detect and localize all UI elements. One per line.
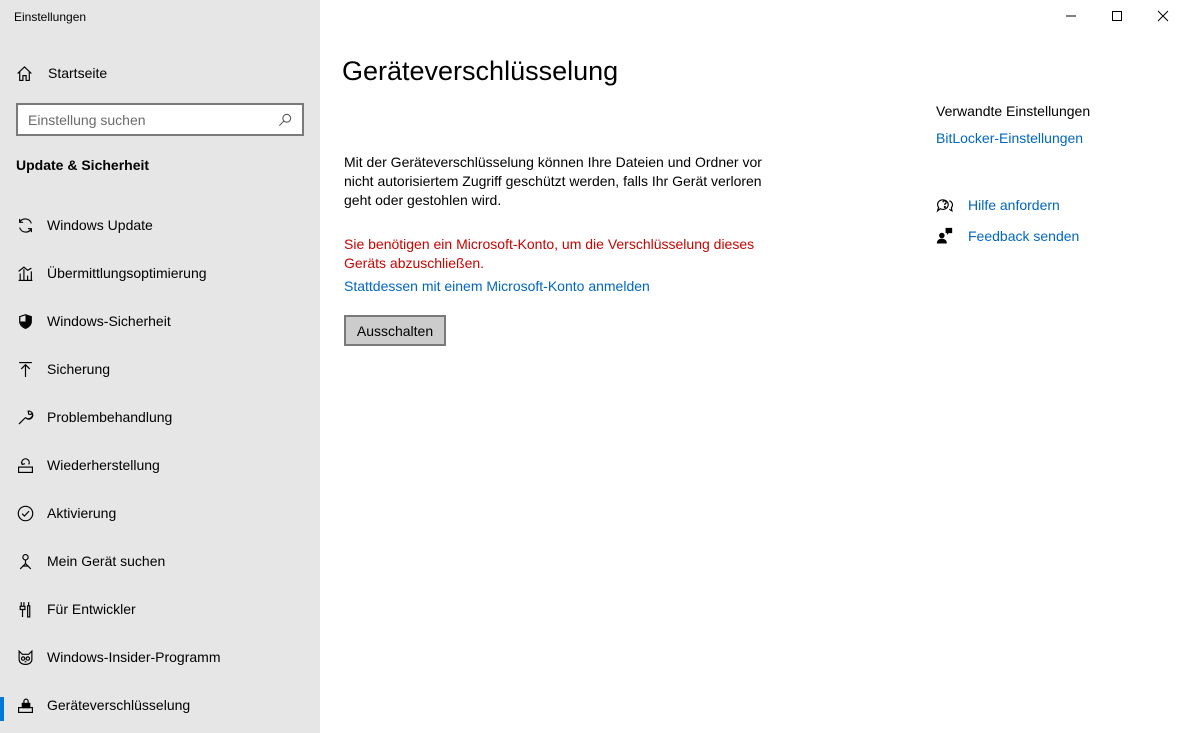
send-feedback-label: Feedback senden bbox=[968, 227, 1080, 244]
encryption-description: Mit der Geräteverschlüsselung können Ihr… bbox=[344, 154, 762, 208]
sidebar-item-label: Sicherung bbox=[47, 361, 111, 377]
related-settings-title: Verwandte Einstellungen bbox=[936, 103, 1091, 119]
sidebar-item-windows-update[interactable]: Windows Update bbox=[0, 201, 320, 249]
sidebar-item-for-developers[interactable]: Für Entwickler bbox=[0, 585, 320, 633]
sidebar: Einstellungen Startseite Einstellung suc… bbox=[0, 0, 320, 733]
section-title: Update & Sicherheit bbox=[16, 157, 150, 173]
turn-off-button[interactable]: Ausschalten bbox=[344, 315, 446, 346]
sidebar-item-windows-insider[interactable]: Windows-Insider-Programm bbox=[0, 633, 320, 681]
get-help-link[interactable]: Hilfe anfordern bbox=[936, 196, 1060, 213]
device-encryption-icon bbox=[16, 696, 34, 714]
delivery-optimization-icon bbox=[16, 264, 34, 282]
sidebar-item-delivery-optimization[interactable]: Übermittlungsoptimierung bbox=[0, 249, 320, 297]
get-help-label: Hilfe anfordern bbox=[968, 196, 1060, 213]
maximize-icon bbox=[1112, 11, 1122, 21]
search-placeholder: Einstellung suchen bbox=[28, 111, 146, 128]
insider-cat-icon bbox=[16, 648, 34, 666]
account-warning: Sie benötigen ein Microsoft-Konto, um di… bbox=[344, 236, 755, 271]
recovery-icon bbox=[16, 456, 34, 474]
sidebar-item-label: Für Entwickler bbox=[47, 601, 136, 617]
sidebar-item-device-encryption[interactable]: Geräteverschlüsselung bbox=[0, 681, 320, 729]
help-chat-icon bbox=[936, 199, 953, 213]
sidebar-item-troubleshoot[interactable]: Problembehandlung bbox=[0, 393, 320, 441]
send-feedback-link[interactable]: Feedback senden bbox=[936, 227, 1079, 244]
sidebar-item-label: Mein Gerät suchen bbox=[47, 553, 166, 569]
sidebar-item-find-my-device[interactable]: Mein Gerät suchen bbox=[0, 537, 320, 585]
sidebar-item-windows-security[interactable]: Windows-Sicherheit bbox=[0, 297, 320, 345]
page-title: Geräteverschlüsselung bbox=[342, 56, 619, 86]
close-button[interactable] bbox=[1140, 0, 1186, 32]
minimize-button[interactable] bbox=[1048, 0, 1094, 32]
sync-icon bbox=[16, 216, 34, 234]
search-icon bbox=[278, 113, 292, 126]
sidebar-item-label: Aktivierung bbox=[47, 505, 117, 521]
check-circle-icon bbox=[16, 504, 34, 522]
minimize-icon bbox=[1066, 15, 1076, 17]
find-device-icon bbox=[16, 552, 34, 570]
maximize-button[interactable] bbox=[1094, 0, 1140, 32]
shield-icon bbox=[16, 312, 34, 330]
sidebar-item-label: Geräteverschlüsselung bbox=[47, 697, 191, 713]
sidebar-item-label: Übermittlungsoptimierung bbox=[47, 265, 207, 281]
bitlocker-settings-link[interactable]: BitLocker-Einstellungen bbox=[936, 130, 1083, 146]
sidebar-item-label: Windows-Insider-Programm bbox=[47, 649, 221, 665]
nav-list: Windows Update Übermittlungsoptimierung … bbox=[0, 201, 320, 729]
sidebar-item-label: Windows Update bbox=[47, 217, 153, 233]
developer-tools-icon bbox=[16, 600, 34, 618]
search-input[interactable]: Einstellung suchen bbox=[16, 103, 304, 136]
wrench-icon bbox=[16, 408, 34, 426]
home-label: Startseite bbox=[48, 65, 108, 81]
sidebar-item-label: Windows-Sicherheit bbox=[47, 313, 171, 329]
feedback-person-icon bbox=[936, 227, 953, 244]
sidebar-item-label: Problembehandlung bbox=[47, 409, 173, 425]
close-icon bbox=[1157, 10, 1169, 22]
backup-arrow-icon bbox=[16, 360, 34, 378]
signin-microsoft-account-link[interactable]: Stattdessen mit einem Microsoft-Konto an… bbox=[344, 278, 650, 294]
home-link[interactable]: Startseite bbox=[16, 62, 107, 84]
window-title: Einstellungen bbox=[14, 10, 87, 24]
sidebar-item-activation[interactable]: Aktivierung bbox=[0, 489, 320, 537]
sidebar-item-recovery[interactable]: Wiederherstellung bbox=[0, 441, 320, 489]
window-controls bbox=[1048, 0, 1186, 32]
sidebar-item-label: Wiederherstellung bbox=[47, 457, 160, 473]
home-icon bbox=[17, 65, 32, 81]
sidebar-item-backup[interactable]: Sicherung bbox=[0, 345, 320, 393]
